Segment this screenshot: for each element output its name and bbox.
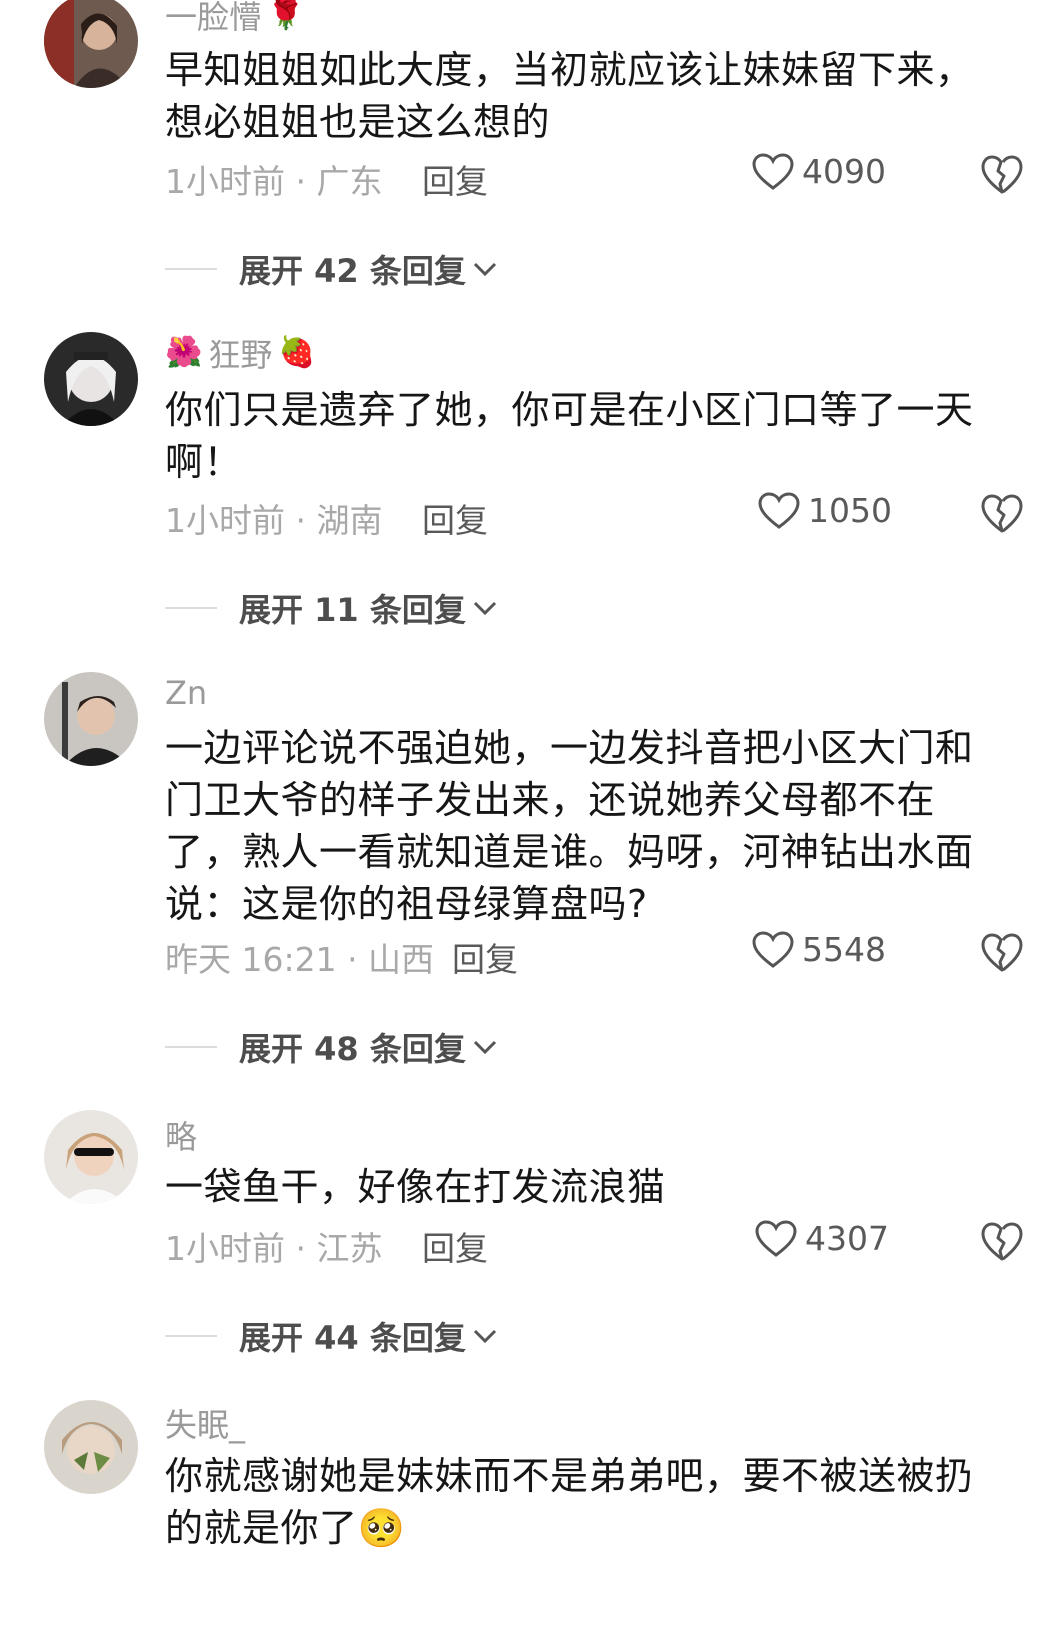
username[interactable]: 略: [165, 1112, 197, 1158]
comment-text[interactable]: 你就感谢她是妹妹而不是弟弟吧，要不被送被扔的就是你了🥺: [165, 1450, 1000, 1554]
expand-replies-button[interactable]: 展开 48 条回复: [165, 1024, 498, 1070]
expand-replies-button[interactable]: 展开 44 条回复: [165, 1313, 498, 1359]
comment-text[interactable]: 早知姐姐如此大度，当初就应该让妹妹留下来，想必姐姐也是这么想的: [165, 44, 1000, 148]
avatar[interactable]: [44, 672, 138, 766]
dislike-button[interactable]: [980, 154, 1024, 196]
broken-heart-icon: [981, 1222, 1023, 1261]
rose-emoji-icon: 🌹: [267, 0, 305, 32]
comment-meta: 1小时前 · 湖南: [165, 501, 383, 540]
reply-button[interactable]: 回复: [422, 494, 488, 542]
reply-button[interactable]: 回复: [422, 155, 488, 203]
broken-heart-icon: [981, 155, 1023, 194]
dislike-button[interactable]: [980, 1221, 1024, 1263]
heart-outline-icon: [755, 1219, 797, 1257]
username-text[interactable]: 狂野: [208, 330, 272, 376]
chevron-down-icon: [473, 1040, 496, 1055]
expand-replies-label[interactable]: 展开 48 条回复: [239, 1024, 466, 1070]
dislike-button[interactable]: [980, 932, 1024, 974]
reply-button[interactable]: 回复: [422, 1222, 488, 1270]
username-text[interactable]: 略: [165, 1112, 197, 1158]
chevron-down-icon: [473, 601, 496, 616]
username-text[interactable]: 一脸懵: [165, 0, 261, 38]
username-text[interactable]: Zn: [165, 674, 207, 712]
strawberry-emoji-icon: 🍓: [278, 335, 316, 370]
comment-text[interactable]: 一袋鱼干，好像在打发流浪猫: [165, 1161, 1000, 1213]
like-button[interactable]: 5548: [752, 930, 886, 969]
like-button[interactable]: 4090: [752, 152, 886, 191]
comment-text[interactable]: 你们只是遗弃了她，你可是在小区门口等了一天啊！: [165, 384, 1000, 488]
chevron-down-icon: [473, 262, 496, 277]
heart-outline-icon: [752, 152, 794, 190]
heart-outline-icon: [752, 930, 794, 968]
expand-replies-label[interactable]: 展开 42 条回复: [239, 246, 466, 292]
divider-line: [165, 1046, 217, 1048]
like-button[interactable]: 1050: [758, 491, 892, 530]
avatar[interactable]: [44, 1400, 138, 1494]
chevron-down-icon: [473, 1329, 496, 1344]
username[interactable]: 失眠_: [165, 1400, 245, 1446]
like-count: 4090: [802, 152, 886, 191]
heart-outline-icon: [758, 491, 800, 529]
like-button[interactable]: 4307: [755, 1219, 889, 1258]
expand-replies-button[interactable]: 展开 42 条回复: [165, 246, 498, 292]
comment-meta: 1小时前 · 广东: [165, 162, 383, 201]
reply-button[interactable]: 回复: [452, 933, 518, 981]
comment-meta: 1小时前 · 江苏: [165, 1229, 383, 1268]
expand-replies-label[interactable]: 展开 11 条回复: [239, 585, 466, 631]
avatar[interactable]: [44, 1110, 138, 1204]
comment-list: 一脸懵 🌹 早知姐姐如此大度，当初就应该让妹妹留下来，想必姐姐也是这么想的 1小…: [0, 0, 1056, 1640]
divider-line: [165, 1335, 217, 1337]
comment-meta: 昨天 16:21 · 山西: [165, 940, 435, 979]
avatar[interactable]: [44, 0, 138, 88]
expand-replies-button[interactable]: 展开 11 条回复: [165, 585, 498, 631]
like-count: 5548: [802, 930, 886, 969]
dislike-button[interactable]: [980, 493, 1024, 535]
username-text[interactable]: 失眠_: [165, 1400, 245, 1446]
username[interactable]: Zn: [165, 674, 207, 712]
like-count: 4307: [805, 1219, 889, 1258]
username[interactable]: 🌺 狂野 🍓: [165, 330, 316, 376]
divider-line: [165, 607, 217, 609]
like-count: 1050: [808, 491, 892, 530]
expand-replies-label[interactable]: 展开 44 条回复: [239, 1313, 466, 1359]
avatar[interactable]: [44, 332, 138, 426]
pleading-face-emoji-icon: 🥺: [357, 1506, 406, 1550]
divider-line: [165, 268, 217, 270]
comment-text[interactable]: 一边评论说不强迫她，一边发抖音把小区大门和门卫大爷的样子发出来，还说她养父母都不…: [165, 722, 1000, 930]
username[interactable]: 一脸懵 🌹: [165, 0, 304, 38]
hibiscus-emoji-icon: 🌺: [165, 335, 203, 370]
comment-text-body: 你就感谢她是妹妹而不是弟弟吧，要不被送被扔的就是你了: [165, 1454, 974, 1550]
broken-heart-icon: [981, 933, 1023, 972]
broken-heart-icon: [981, 494, 1023, 533]
